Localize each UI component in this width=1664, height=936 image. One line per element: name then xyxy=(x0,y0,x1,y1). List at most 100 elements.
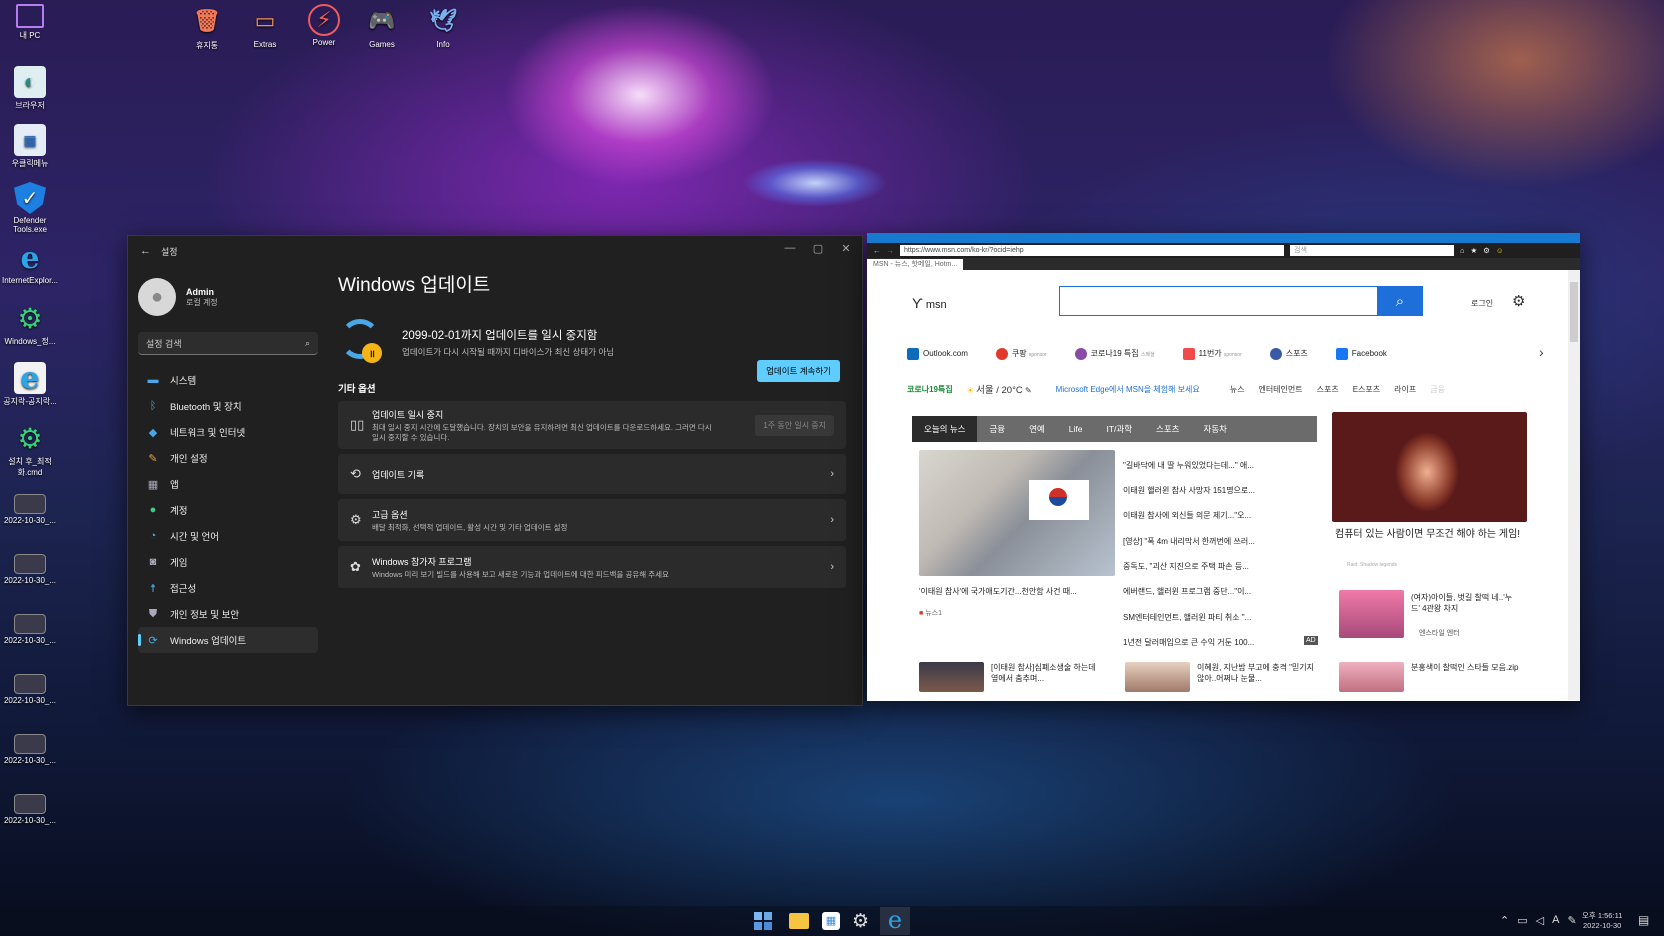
headline-item[interactable]: SM엔터테인먼트, 핼러윈 파티 취소 "... xyxy=(1123,612,1251,623)
nav-item-windows-update[interactable]: ⟳ Windows 업데이트 xyxy=(138,627,318,653)
address-bar[interactable]: https://www.msn.com/ko-kr/?ocid=iehp xyxy=(900,245,1284,256)
back-arrow-icon[interactable]: ← xyxy=(873,246,881,255)
insider-program-card[interactable]: ✿ Windows 참가자 프로그램 Windows 미리 보기 빌드를 사용해… xyxy=(338,546,846,588)
desktop-icon-games[interactable]: 🎮 Games xyxy=(357,4,407,49)
quicklink-11st[interactable]: 11번가 sponsor xyxy=(1182,348,1242,360)
desktop-icon-screenshot[interactable]: 2022-10-30_... xyxy=(0,794,60,825)
desktop-icon-screenshot[interactable]: 2022-10-30_... xyxy=(0,674,60,705)
headline-item[interactable]: 1년전 달러매입으로 큰 수익 거둔 100... xyxy=(1123,637,1254,648)
tab-entertainment[interactable]: 연예 xyxy=(1017,416,1057,442)
quicklink-sports[interactable]: 스포츠 xyxy=(1269,348,1308,360)
tab-sports[interactable]: 스포츠 xyxy=(1144,416,1191,442)
desktop-icon-screenshot[interactable]: 2022-10-30_... xyxy=(0,734,60,765)
desktop-icon-optimize-cmd[interactable]: ⚙ 설치 후_최적화.cmd xyxy=(0,422,60,478)
desktop-icon-context-menu[interactable]: ▦ 우클릭메뉴 xyxy=(0,124,60,169)
headline-item[interactable]: 중독도, "괴산 지진으로 주택 파손 등... xyxy=(1123,561,1249,572)
back-arrow-icon[interactable]: ← xyxy=(140,245,151,257)
headline-item[interactable]: "길바닥에 내 딸 누워있었다는데..." 애... xyxy=(1123,460,1254,471)
bottom-news-image[interactable] xyxy=(919,662,984,692)
chevron-right-icon[interactable]: › xyxy=(1539,344,1544,360)
smiley-icon[interactable]: ☺ xyxy=(1496,246,1504,255)
side2-title[interactable]: (여자)아이들, 벗길 찰떡 네..'누드' 4관왕 차지 xyxy=(1411,592,1521,614)
start-button[interactable] xyxy=(754,912,772,930)
nav-item-accounts[interactable]: ● 계정 xyxy=(138,497,318,523)
desktop-icon-info[interactable]: 🕊 Info xyxy=(418,4,468,49)
nav-item-bluetooth[interactable]: ᛒ Bluetooth 및 장치 xyxy=(138,393,318,419)
bottom-news-image[interactable] xyxy=(1339,662,1404,692)
advanced-options-card[interactable]: ⚙ 고급 옵션 배달 최적화, 선택적 업데이트, 활성 시간 및 기타 업데이… xyxy=(338,499,846,541)
category-sports[interactable]: 스포츠 xyxy=(1317,384,1339,395)
quicklink-outlook[interactable]: Outlook.com xyxy=(907,348,968,360)
nav-item-gaming[interactable]: ◙ 게임 xyxy=(138,549,318,575)
file-explorer-icon[interactable] xyxy=(789,913,809,929)
resume-updates-button[interactable]: 업데이트 계속하기 xyxy=(757,360,840,382)
minimize-button[interactable]: — xyxy=(776,242,804,254)
settings-search-input[interactable]: 설정 검색 ⌕ xyxy=(138,332,318,355)
headline-item[interactable]: 이태원 참사에 외신들 의문 제기..."오... xyxy=(1123,510,1251,521)
side-ad-caption[interactable]: 컴퓨터 있는 사람이면 무조건 해야 하는 게임! xyxy=(1335,528,1525,541)
nav-item-system[interactable]: ▬ 시스템 xyxy=(138,367,318,393)
bottom-news-title[interactable]: [이태원 참사]심폐소생술 하는데 옆에서 춤추며... xyxy=(991,662,1101,684)
quicklink-coupang[interactable]: 쿠팡 sponsor xyxy=(995,348,1047,360)
desktop-icon-screenshot[interactable]: 2022-10-30_... xyxy=(0,614,60,645)
quicklink-facebook[interactable]: Facebook xyxy=(1335,348,1387,360)
tab-it-science[interactable]: IT/과학 xyxy=(1094,416,1144,442)
category-esports[interactable]: E스포츠 xyxy=(1353,384,1380,395)
category-life[interactable]: 라이프 xyxy=(1394,384,1416,395)
nav-item-apps[interactable]: ▦ 앱 xyxy=(138,471,318,497)
tab-today-news[interactable]: 오늘의 뉴스 xyxy=(912,416,978,442)
nav-item-privacy[interactable]: ⛊ 개인 정보 및 보안 xyxy=(138,601,318,627)
desktop-icon-ie[interactable]: e InternetExplor... xyxy=(0,241,60,286)
update-history-card[interactable]: ⟲ 업데이트 기록 › xyxy=(338,454,846,494)
desktop-icon-power[interactable]: ⚡ Power xyxy=(299,4,349,47)
headline-item[interactable]: 에버랜드, 핼러윈 프로그램 중단..."이... xyxy=(1123,586,1251,597)
headline-item[interactable]: [영상] "폭 4m 내리막서 한꺼번에 쓰러... xyxy=(1123,536,1255,547)
login-link[interactable]: 로그인 xyxy=(1471,298,1493,309)
msn-search-input[interactable] xyxy=(1059,286,1379,316)
maximize-button[interactable]: ▢ xyxy=(804,242,832,255)
scrollbar[interactable] xyxy=(1568,270,1580,700)
category-news[interactable]: 뉴스 xyxy=(1230,384,1245,395)
desktop-icon-extras[interactable]: ▭ Extras xyxy=(240,4,290,49)
tab-autos[interactable]: 자동차 xyxy=(1192,416,1239,442)
gear-icon[interactable]: ⚙ xyxy=(852,910,869,933)
internet-explorer-icon[interactable]: e xyxy=(880,907,910,935)
desktop-icon-screenshot[interactable]: 2022-10-30_... xyxy=(0,494,60,525)
category-entertainment[interactable]: 엔터테인먼트 xyxy=(1258,384,1302,395)
quicklink-covid[interactable]: 코로나19 특집 스페셜 xyxy=(1074,348,1155,360)
gear-icon[interactable]: ⚙ xyxy=(1483,246,1490,255)
desktop-icon-defender[interactable]: ✓ Defender Tools.exe xyxy=(0,182,60,234)
ime-indicator[interactable]: A xyxy=(1552,914,1559,927)
chevron-up-icon[interactable]: ⌃ xyxy=(1500,914,1509,927)
ie-search-input[interactable]: 검색 xyxy=(1290,245,1454,256)
home-icon[interactable]: ⌂ xyxy=(1460,246,1465,255)
desktop-icon-my-pc[interactable]: 내 PC xyxy=(0,4,60,41)
desktop-icon-recycle-bin[interactable]: 🗑 휴지통 xyxy=(182,4,232,51)
clock[interactable]: 오후 1:56:11 2022-10-30 xyxy=(1582,911,1622,931)
user-profile[interactable]: ● Admin 로컬 계정 xyxy=(138,272,318,322)
nav-item-network[interactable]: ◆ 네트워크 및 인터넷 xyxy=(138,419,318,445)
gear-icon[interactable]: ⚙ xyxy=(1512,292,1525,310)
nav-item-personalization[interactable]: ✎ 개인 설정 xyxy=(138,445,318,471)
main-news-caption[interactable]: '이태원 참사'에 국가애도기간...천안함 사건 때... xyxy=(919,586,1115,597)
msn-search-button[interactable]: ⌕ xyxy=(1377,286,1423,316)
headline-item[interactable]: 이태원 핼러윈 참사 사망자 151명으로... xyxy=(1123,485,1255,496)
bottom-news-image[interactable] xyxy=(1125,662,1190,692)
pen-icon[interactable]: ✎ xyxy=(1567,914,1576,927)
msn-logo[interactable]: ϒ msn xyxy=(912,295,947,311)
side2-image[interactable] xyxy=(1339,590,1404,638)
desktop-icon-browser[interactable]: ◐ 브라우저 xyxy=(0,66,60,111)
category-finance[interactable]: 금융 xyxy=(1430,384,1445,395)
desktop-icon-windows-settings[interactable]: ⚙ Windows_정... xyxy=(0,302,60,347)
desktop-icon-screenshot[interactable]: 2022-10-30_... xyxy=(0,554,60,585)
volume-icon[interactable]: ◁ xyxy=(1536,914,1544,927)
forward-arrow-icon[interactable]: → xyxy=(887,246,895,255)
bottom-news-title[interactable]: 이혜원, 지난밤 부고에 충격 "믿기지 않아..어쩌나 눈물... xyxy=(1197,662,1315,684)
desktop-icon-notice[interactable]: e 공지락-공지락... xyxy=(0,361,60,407)
side-ad-image[interactable] xyxy=(1332,412,1527,522)
store-icon[interactable]: ▦ xyxy=(822,912,840,930)
nav-item-accessibility[interactable]: ☨ 접근성 xyxy=(138,575,318,601)
edge-promo-link[interactable]: Microsoft Edge에서 MSN을 체험해 보세요 xyxy=(1056,384,1200,395)
tab-finance[interactable]: 금융 xyxy=(977,416,1017,442)
main-news-image[interactable] xyxy=(919,450,1115,576)
